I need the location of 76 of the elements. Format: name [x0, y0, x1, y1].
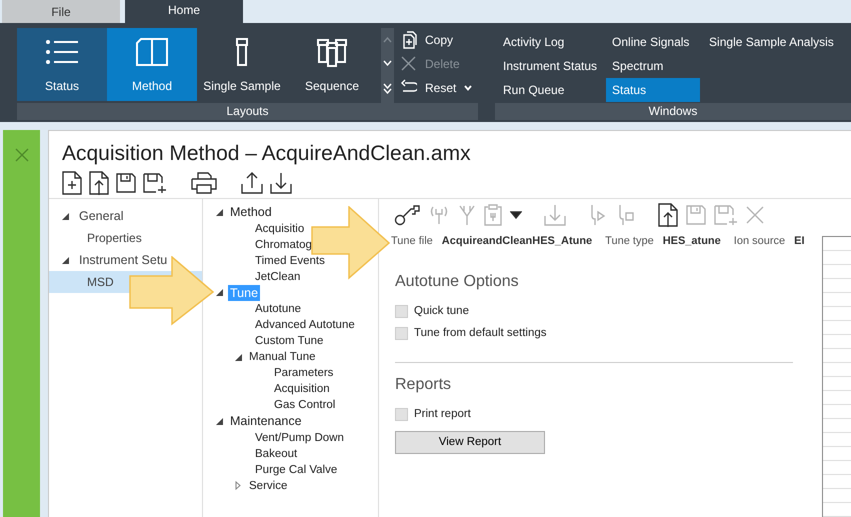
tree-item[interactable]: Timed Events [253, 252, 327, 268]
layout-button[interactable]: Single Sample [197, 28, 287, 101]
tree-item[interactable]: Instrument Setu [77, 252, 170, 268]
command-button[interactable]: Copy [400, 28, 472, 52]
command-button[interactable]: Reset [400, 76, 472, 100]
layout-button[interactable]: Sequence [287, 28, 377, 101]
field-label: Tune type [605, 234, 654, 249]
upload-icon[interactable] [241, 172, 263, 194]
document-title: Acquisition Method – AcquireAndClean.amx [62, 141, 472, 167]
tree-item[interactable]: Properties [49, 227, 202, 249]
window-link[interactable]: Single Sample Analysis [703, 30, 840, 54]
expanded-arrow-icon[interactable] [62, 256, 68, 264]
tree-item[interactable]: Acquisitio [253, 220, 306, 236]
tree-item[interactable]: Custom Tune [253, 333, 326, 349]
group-label: Windows [495, 103, 851, 120]
scroll-down-icon[interactable] [383, 60, 392, 66]
expanded-arrow-icon[interactable] [234, 354, 242, 360]
checkbox-label: Print report [414, 407, 471, 422]
section-heading: Reports [395, 375, 452, 395]
window-link[interactable]: Online Signals [606, 30, 700, 54]
layout-button[interactable]: Status [17, 28, 107, 101]
print-icon[interactable] [191, 172, 217, 194]
panel-icon [134, 37, 170, 67]
window-link[interactable]: Run Queue [497, 78, 604, 102]
field-value: HES_atune [662, 234, 721, 249]
tree-item[interactable]: Manual Tune [247, 349, 318, 365]
tree-item[interactable]: Maintenance [228, 413, 304, 430]
window-link[interactable]: Status [606, 78, 700, 102]
tree-item[interactable]: Advanced Autotune [253, 317, 357, 333]
file-upload-icon[interactable] [89, 171, 109, 195]
save-as-icon[interactable] [143, 173, 167, 193]
new-file-icon[interactable] [62, 171, 82, 195]
tree-item[interactable]: Purge Cal Valve [253, 462, 340, 478]
window-link[interactable]: Instrument Status [497, 54, 604, 78]
key-icon[interactable] [394, 204, 420, 226]
tree-item[interactable]: Chromatog [253, 236, 314, 252]
tree-item[interactable]: Acquisition [272, 381, 332, 397]
tree-item[interactable]: JetClean [253, 268, 302, 284]
window-link[interactable]: Activity Log [497, 30, 604, 54]
vials-icon [314, 37, 350, 67]
field-label: Ion source [734, 234, 786, 249]
checkbox-label: Quick tune [414, 304, 469, 318]
close-icon [400, 55, 417, 73]
expanded-arrow-icon[interactable] [62, 212, 68, 220]
checkbox[interactable] [395, 304, 408, 318]
tree-item[interactable]: Gas Control [272, 397, 338, 413]
section-heading: Autotune Options [395, 272, 520, 292]
expanded-arrow-icon[interactable] [216, 208, 222, 216]
download-icon[interactable] [270, 172, 292, 194]
layout-button[interactable]: Method [107, 28, 197, 101]
tree-item[interactable]: Bakeout [253, 446, 300, 462]
ribbon-tab[interactable]: File [2, 0, 120, 23]
field-label: Tune file [391, 234, 433, 249]
expand-icon[interactable] [383, 83, 392, 94]
checkbox-label: Tune from default settings [414, 326, 547, 341]
group-label: Layouts [17, 103, 478, 120]
save-icon[interactable] [116, 173, 136, 193]
tree-item[interactable]: General [77, 208, 126, 224]
dropdown-icon[interactable] [510, 211, 522, 219]
checkbox[interactable] [395, 408, 408, 422]
tree-item[interactable]: Parameters [272, 365, 336, 381]
field-value: EI [794, 234, 805, 249]
collapsed-arrow-icon[interactable] [235, 481, 241, 490]
checkbox[interactable] [395, 326, 408, 340]
view-report-button[interactable]: View Report [395, 431, 545, 454]
expanded-arrow-icon[interactable] [216, 418, 222, 425]
list-icon [44, 37, 80, 67]
expanded-arrow-icon[interactable] [216, 289, 222, 296]
tree-item[interactable]: Vent/Pump Down [253, 430, 346, 446]
tree-item[interactable]: Service [247, 478, 290, 494]
tree-item[interactable]: Autotune [253, 301, 304, 317]
window-link[interactable]: Spectrum [606, 54, 700, 78]
file-upload-icon[interactable] [658, 203, 678, 227]
field-value: AcquireandCleanHES_Atune [442, 234, 592, 249]
ribbon-tab[interactable]: Home [125, 0, 243, 23]
tree-item[interactable]: Method [228, 204, 274, 220]
